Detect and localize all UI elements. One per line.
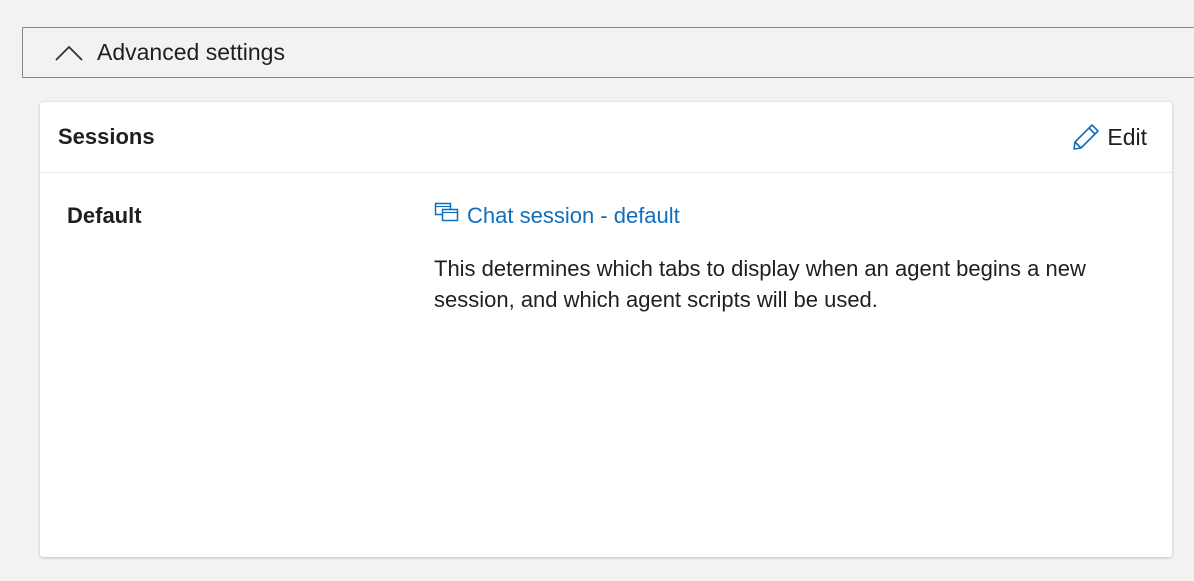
- session-row-default: Default Chat session - default This dete…: [40, 173, 1172, 553]
- chevron-up-icon: [54, 44, 84, 62]
- sessions-card: Sessions Edit Default Chat session - def…: [40, 102, 1172, 557]
- sessions-title: Sessions: [58, 124, 155, 149]
- sessions-card-header: Sessions Edit: [40, 102, 1172, 173]
- edit-label: Edit: [1107, 123, 1147, 150]
- advanced-settings-label: Advanced settings: [97, 39, 285, 65]
- edit-button[interactable]: Edit: [1071, 122, 1147, 152]
- page: Advanced settings Sessions Edit Default: [0, 0, 1194, 581]
- chat-session-icon: [434, 202, 460, 230]
- chat-session-link-text: Chat session - default: [467, 203, 680, 228]
- chat-session-default-link[interactable]: Chat session - default: [434, 202, 680, 230]
- session-description: This determines which tabs to display wh…: [434, 256, 1086, 312]
- advanced-settings-toggle[interactable]: Advanced settings: [22, 27, 1194, 78]
- default-label: Default: [67, 203, 142, 228]
- pencil-icon: [1071, 122, 1101, 152]
